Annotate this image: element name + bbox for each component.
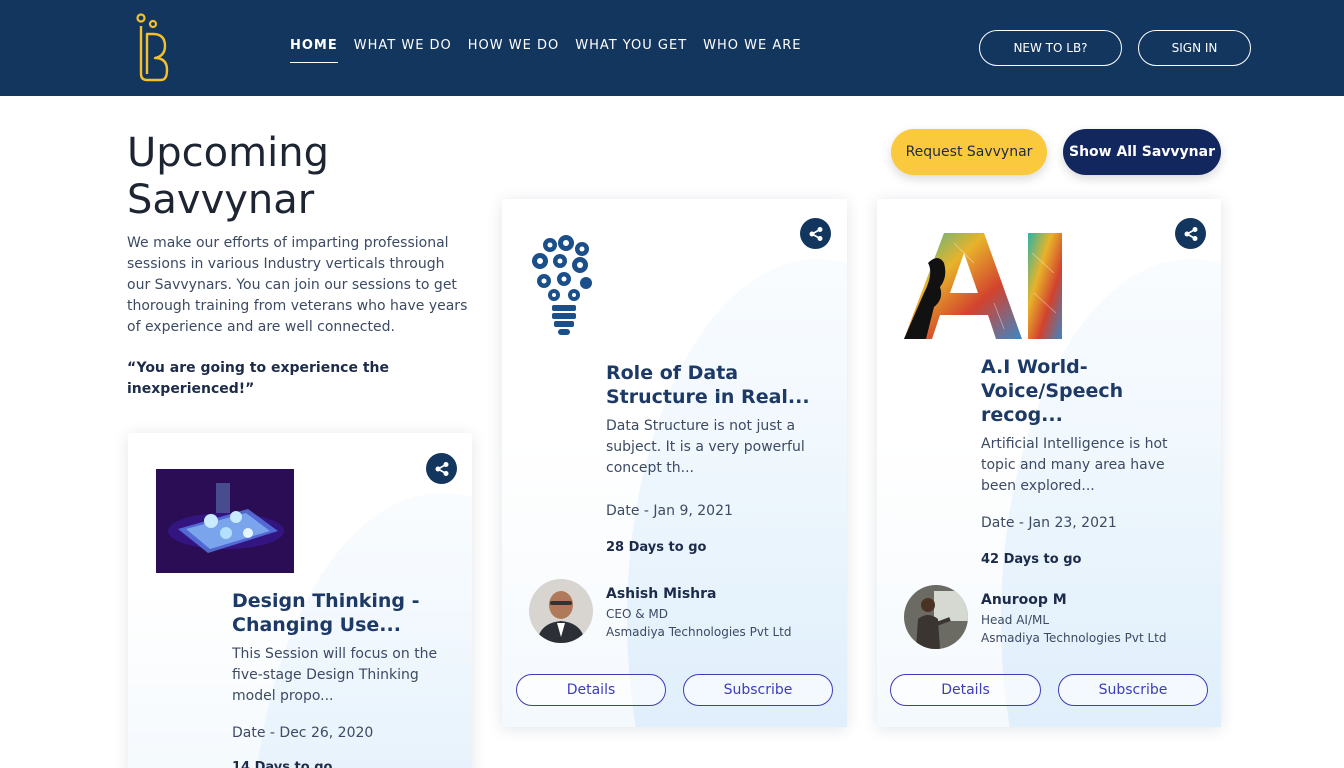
speaker-photo-icon <box>904 585 968 649</box>
card-description: This Session will focus on the five-stag… <box>232 646 438 704</box>
card-days-left: 28 Days to go <box>606 540 707 555</box>
site-header: HOME WHAT WE DO HOW WE DO WHAT YOU GET W… <box>0 0 1344 96</box>
nav-what-you-get[interactable]: WHAT YOU GET <box>575 38 687 63</box>
savvynar-card: Design Thinking - Changing Use... This S… <box>128 433 472 768</box>
card-title[interactable]: Design Thinking - Changing Use... <box>232 589 452 637</box>
speaker-avatar <box>529 579 593 643</box>
card-title[interactable]: A.I World-Voice/Speech recog... <box>981 355 1171 427</box>
card-days-left: 42 Days to go <box>981 552 1082 567</box>
details-button[interactable]: Details <box>890 674 1041 706</box>
speaker-name: Ashish Mishra <box>606 586 717 602</box>
card-title[interactable]: Role of Data Structure in Real... <box>606 361 826 409</box>
nav-who-we-are[interactable]: WHO WE ARE <box>703 38 801 63</box>
gear-bulb-icon <box>532 235 592 335</box>
new-to-lb-button[interactable]: NEW TO LB? <box>979 30 1122 66</box>
speaker-avatar <box>904 585 968 649</box>
share-icon <box>809 226 822 241</box>
request-savvynar-button[interactable]: Request Savvynar <box>891 129 1047 175</box>
speaker-name: Anuroop M <box>981 592 1067 608</box>
nav-home[interactable]: HOME <box>290 38 338 63</box>
savvynar-card: Role of Data Structure in Real... Data S… <box>502 199 847 727</box>
subscribe-button[interactable]: Subscribe <box>683 674 833 706</box>
speaker-role: CEO & MD <box>606 607 668 621</box>
nav-what-we-do[interactable]: WHAT WE DO <box>354 38 452 63</box>
share-button[interactable] <box>1175 218 1206 249</box>
ai-artwork-icon <box>904 233 1062 339</box>
details-button[interactable]: Details <box>516 674 666 706</box>
speaker-role: Head AI/ML <box>981 613 1050 627</box>
lb-logo-icon[interactable] <box>133 12 169 84</box>
show-all-savvynar-button[interactable]: Show All Savvynar <box>1063 129 1221 175</box>
main-nav: HOME WHAT WE DO HOW WE DO WHAT YOU GET W… <box>290 38 818 63</box>
card-date: Date - Jan 9, 2021 <box>606 503 733 519</box>
card-description: Data Structure is not just a subject. It… <box>606 418 805 476</box>
intro-description: We make our efforts of imparting profess… <box>127 235 468 335</box>
intro-quote: “You are going to experience the inexper… <box>127 360 390 397</box>
card-description: Artificial Intelligence is hot topic and… <box>981 436 1168 494</box>
vr-gaming-icon <box>156 469 294 573</box>
share-icon <box>1184 226 1197 241</box>
sign-in-button[interactable]: SIGN IN <box>1138 30 1251 66</box>
card-date: Date - Dec 26, 2020 <box>232 725 374 741</box>
speaker-organization: Asmadiya Technologies Pvt Ltd <box>606 625 792 639</box>
savvynar-card: A.I World-Voice/Speech recog... Artifici… <box>877 199 1221 727</box>
page-title: Upcoming Savvynar <box>127 130 329 223</box>
share-button[interactable] <box>800 218 831 249</box>
nav-how-we-do[interactable]: HOW WE DO <box>468 38 559 63</box>
subscribe-button[interactable]: Subscribe <box>1058 674 1208 706</box>
share-icon <box>435 461 448 476</box>
speaker-photo-icon <box>529 579 593 643</box>
card-days-left: 14 Days to go <box>232 760 333 768</box>
card-date: Date - Jan 23, 2021 <box>981 515 1117 531</box>
share-button[interactable] <box>426 453 457 484</box>
speaker-organization: Asmadiya Technologies Pvt Ltd <box>981 631 1167 645</box>
